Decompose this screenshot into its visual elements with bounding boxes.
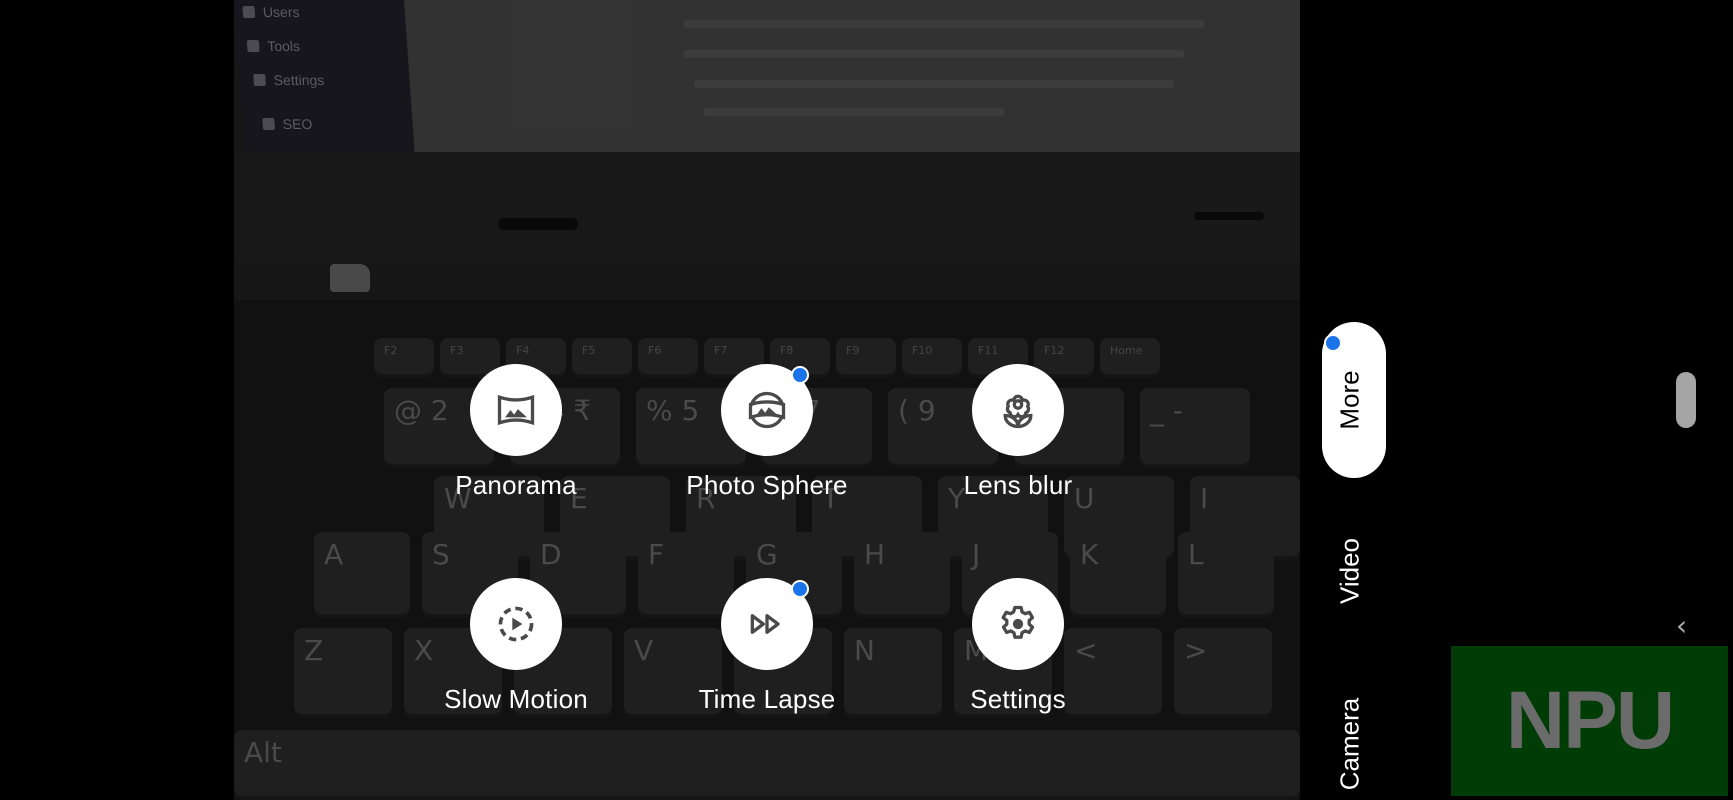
mode-label: Photo Sphere bbox=[686, 470, 848, 500]
mode-button[interactable] bbox=[721, 578, 813, 670]
rail-item-camera[interactable]: Camera bbox=[1335, 698, 1366, 790]
scroll-handle[interactable] bbox=[1676, 372, 1696, 428]
rail-item-more[interactable]: More bbox=[1335, 370, 1366, 429]
mode-lens-blur[interactable]: Lens blur bbox=[918, 364, 1118, 501]
mode-button[interactable] bbox=[721, 364, 813, 456]
panorama-icon bbox=[494, 388, 538, 432]
new-badge-dot bbox=[791, 580, 809, 598]
mode-time-lapse[interactable]: Time Lapse bbox=[667, 578, 867, 715]
slow-motion-icon bbox=[494, 602, 538, 646]
mode-button[interactable] bbox=[470, 578, 562, 670]
mode-label: Slow Motion bbox=[444, 684, 588, 714]
mode-label: Lens blur bbox=[963, 470, 1073, 500]
mode-rail: More Video Camera bbox=[1300, 0, 1400, 800]
mode-button[interactable] bbox=[972, 578, 1064, 670]
mode-panorama[interactable]: Panorama bbox=[416, 364, 616, 501]
mode-photo-sphere[interactable]: Photo Sphere bbox=[667, 364, 867, 501]
mode-label: Time Lapse bbox=[698, 684, 836, 714]
new-badge-dot bbox=[1324, 334, 1342, 352]
mode-label: Panorama bbox=[455, 470, 577, 500]
mode-button[interactable] bbox=[470, 364, 562, 456]
thumbnail-logo-text: NPU bbox=[1505, 675, 1675, 766]
back-chevron-icon[interactable]: ‹ bbox=[1676, 612, 1700, 640]
lens-blur-icon bbox=[996, 388, 1040, 432]
photo-sphere-icon bbox=[745, 388, 789, 432]
rail-item-video[interactable]: Video bbox=[1335, 538, 1366, 604]
time-lapse-icon bbox=[745, 602, 789, 646]
mode-label: Settings bbox=[970, 684, 1066, 714]
mode-settings[interactable]: Settings bbox=[918, 578, 1118, 715]
settings-gear-icon bbox=[996, 602, 1040, 646]
mode-button[interactable] bbox=[972, 364, 1064, 456]
mode-slow-motion[interactable]: Slow Motion bbox=[416, 578, 616, 715]
gallery-thumbnail[interactable]: NPU bbox=[1451, 646, 1728, 796]
new-badge-dot bbox=[791, 366, 809, 384]
